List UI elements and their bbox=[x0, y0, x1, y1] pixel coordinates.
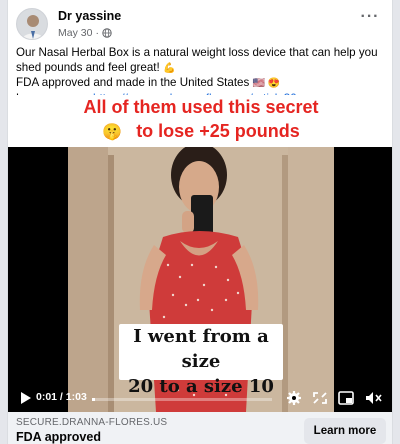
video-player[interactable]: All of them used this secret 🤫 to lose +2… bbox=[8, 95, 392, 412]
post-card: Dr yassine May 30 · ··· Our Nasal Herbal… bbox=[7, 0, 393, 444]
avatar-image bbox=[17, 9, 47, 39]
ad-link-footer[interactable]: SECURE.DRANNA-FLORES.US FDA approved Lea… bbox=[8, 412, 392, 444]
author-name[interactable]: Dr yassine bbox=[58, 9, 121, 23]
learn-more-button[interactable]: Learn more bbox=[304, 418, 386, 444]
video-caption: I went from a size 20 to a size 10 bbox=[119, 324, 283, 397]
play-icon[interactable] bbox=[16, 389, 36, 407]
post-date[interactable]: May 30 bbox=[58, 27, 92, 39]
globe-icon bbox=[102, 28, 112, 38]
settings-gear-icon[interactable] bbox=[284, 389, 304, 407]
muted-volume-icon[interactable] bbox=[364, 389, 384, 407]
meta-separator: · bbox=[95, 27, 99, 39]
video-time: 0:01 / 1:03 bbox=[36, 391, 87, 403]
more-options-icon[interactable]: ··· bbox=[358, 9, 382, 30]
video-title-line2: 🤫 to lose +25 pounds bbox=[102, 121, 300, 141]
post-header: Dr yassine May 30 · ··· bbox=[16, 8, 384, 42]
post-meta: May 30 · bbox=[58, 27, 112, 39]
post-text-line1: Our Nasal Herbal Box is a natural weight… bbox=[16, 46, 378, 74]
ad-domain: SECURE.DRANNA-FLORES.US bbox=[16, 417, 168, 428]
video-caption-line1: I went from a size bbox=[133, 326, 269, 372]
video-controls: 0:01 / 1:03 bbox=[8, 385, 392, 412]
progress-bar[interactable] bbox=[92, 398, 272, 401]
fullscreen-icon[interactable] bbox=[310, 389, 330, 407]
flag-heart-eyes-emoji: 🇺🇸 😍 bbox=[252, 78, 281, 89]
avatar[interactable] bbox=[16, 8, 48, 40]
post-text-line2: FDA approved and made in the United Stat… bbox=[16, 76, 281, 89]
progress-fill bbox=[92, 398, 95, 401]
shushing-face-emoji: 🤫 bbox=[102, 124, 123, 141]
ad-headline: FDA approved bbox=[16, 430, 101, 444]
video-title-band: All of them used this secret 🤫 to lose +2… bbox=[8, 95, 392, 147]
picture-in-picture-icon[interactable] bbox=[336, 389, 356, 407]
flexed-bicep-emoji: 💪 bbox=[162, 62, 176, 74]
video-title-line1: All of them used this secret bbox=[83, 97, 319, 117]
